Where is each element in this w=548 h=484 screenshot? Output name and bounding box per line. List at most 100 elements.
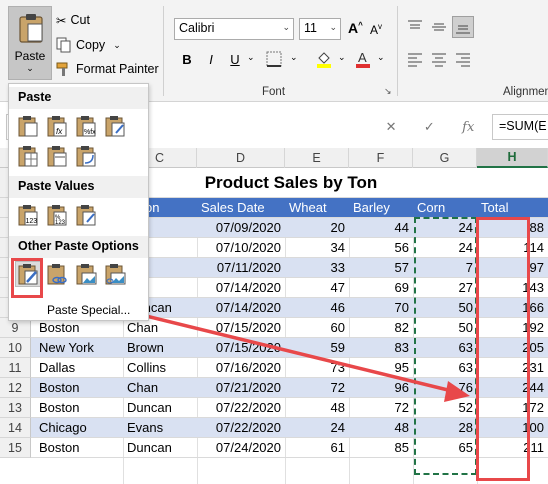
- dialog-launcher-icon[interactable]: ↘: [384, 86, 392, 97]
- transpose-option[interactable]: [73, 143, 99, 169]
- cell-wheat[interactable]: 72: [285, 378, 349, 397]
- keep-column-widths-option[interactable]: [44, 143, 70, 169]
- underline-button[interactable]: U: [224, 48, 246, 70]
- cell-date[interactable]: 07/24/2020: [197, 438, 285, 457]
- align-bottom-button[interactable]: [452, 16, 474, 38]
- chevron-down-icon[interactable]: ⌄: [113, 40, 121, 51]
- cell-city[interactable]: Dallas: [35, 358, 123, 377]
- row-header[interactable]: 13: [0, 398, 31, 418]
- row-header[interactable]: 14: [0, 418, 31, 438]
- paste-special-link[interactable]: Paste Special...: [47, 303, 130, 317]
- cell-barley[interactable]: 57: [349, 258, 413, 277]
- cell-date[interactable]: 07/22/2020: [197, 398, 285, 417]
- cell-wheat[interactable]: 59: [285, 338, 349, 357]
- cell-wheat[interactable]: 60: [285, 318, 349, 337]
- cell-name[interactable]: Duncan: [123, 398, 197, 417]
- align-right-button[interactable]: [452, 48, 474, 70]
- cell-wheat[interactable]: 34: [285, 238, 349, 257]
- align-top-button[interactable]: [404, 16, 426, 38]
- cell-date[interactable]: 07/14/2020: [197, 298, 285, 317]
- paste-values-option[interactable]: 123: [15, 202, 41, 228]
- chevron-down-icon[interactable]: ⌄: [9, 63, 51, 74]
- font-name-select[interactable]: Calibri ⌄: [174, 18, 294, 40]
- row-header[interactable]: 10: [0, 338, 31, 358]
- cell-date[interactable]: 07/15/2020: [197, 318, 285, 337]
- paste-formulas-number-formatting-option[interactable]: %fx: [73, 113, 99, 139]
- paste-link-option[interactable]: [44, 261, 70, 287]
- cell-name[interactable]: Brown: [123, 338, 197, 357]
- header-total[interactable]: Total: [477, 198, 548, 217]
- format-painter-button[interactable]: Format Painter: [56, 59, 159, 79]
- cell-barley[interactable]: 95: [349, 358, 413, 377]
- cell-wheat[interactable]: 48: [285, 398, 349, 417]
- cell-date[interactable]: 07/16/2020: [197, 358, 285, 377]
- insert-function-icon[interactable]: fx: [462, 120, 474, 135]
- row-header[interactable]: 12: [0, 378, 31, 398]
- align-left-button[interactable]: [404, 48, 426, 70]
- cell-city[interactable]: Chicago: [35, 418, 123, 437]
- cell-name[interactable]: Collins: [123, 358, 197, 377]
- cell-wheat[interactable]: 61: [285, 438, 349, 457]
- shrink-font-icon[interactable]: Av: [370, 22, 382, 37]
- enter-icon[interactable]: ✓: [424, 119, 435, 135]
- cell-barley[interactable]: 70: [349, 298, 413, 317]
- row-header[interactable]: 11: [0, 358, 31, 378]
- italic-button[interactable]: I: [200, 48, 222, 70]
- cell-barley[interactable]: 96: [349, 378, 413, 397]
- chevron-down-icon[interactable]: ⌄: [377, 52, 385, 63]
- cancel-icon[interactable]: ✕: [386, 119, 397, 135]
- cell-wheat[interactable]: 33: [285, 258, 349, 277]
- font-color-button[interactable]: A: [352, 48, 374, 70]
- cell-name[interactable]: Evans: [123, 418, 197, 437]
- row-header[interactable]: 15: [0, 438, 31, 458]
- column-header-f[interactable]: F: [349, 148, 413, 168]
- cell-date[interactable]: 07/14/2020: [197, 278, 285, 297]
- cell-barley[interactable]: 48: [349, 418, 413, 437]
- chevron-down-icon[interactable]: ⌄: [247, 52, 255, 63]
- row-header[interactable]: 9: [0, 318, 31, 338]
- cell-name[interactable]: Chan: [123, 378, 197, 397]
- header-sales-date[interactable]: Sales Date: [197, 198, 285, 217]
- chevron-down-icon[interactable]: ⌄: [338, 52, 346, 63]
- grow-font-icon[interactable]: A^: [348, 20, 363, 36]
- align-middle-button[interactable]: [428, 16, 450, 38]
- cell-city[interactable]: Boston: [35, 398, 123, 417]
- cell-wheat[interactable]: 73: [285, 358, 349, 377]
- values-number-formatting-option[interactable]: % 123: [44, 202, 70, 228]
- column-header-d[interactable]: D: [197, 148, 285, 168]
- cell-city[interactable]: Boston: [35, 438, 123, 457]
- formula-input[interactable]: =SUM(E: [492, 114, 548, 140]
- header-wheat[interactable]: Wheat: [285, 198, 349, 217]
- cell-date[interactable]: 07/11/2020: [197, 258, 285, 277]
- picture-option[interactable]: [73, 261, 99, 287]
- cut-button[interactable]: ✂ Cut: [56, 10, 90, 30]
- no-borders-option[interactable]: [15, 143, 41, 169]
- cell-wheat[interactable]: 47: [285, 278, 349, 297]
- borders-button[interactable]: [263, 48, 285, 70]
- paste-button[interactable]: Paste ⌄: [8, 6, 52, 80]
- cell-date[interactable]: 07/21/2020: [197, 378, 285, 397]
- cell-date[interactable]: 07/22/2020: [197, 418, 285, 437]
- paste-option[interactable]: [15, 113, 41, 139]
- cell-barley[interactable]: 82: [349, 318, 413, 337]
- cell-wheat[interactable]: 24: [285, 418, 349, 437]
- cell-city[interactable]: New York: [35, 338, 123, 357]
- keep-source-formatting-option[interactable]: [102, 113, 128, 139]
- cell-barley[interactable]: 72: [349, 398, 413, 417]
- cell-barley[interactable]: 85: [349, 438, 413, 457]
- paste-formulas-option[interactable]: fx: [44, 113, 70, 139]
- column-header-e[interactable]: E: [285, 148, 349, 168]
- cell-city[interactable]: Boston: [35, 378, 123, 397]
- cell-barley[interactable]: 56: [349, 238, 413, 257]
- cell-wheat[interactable]: 20: [285, 218, 349, 237]
- column-header-g[interactable]: G: [413, 148, 477, 168]
- fill-color-button[interactable]: [313, 48, 335, 70]
- header-corn[interactable]: Corn: [413, 198, 477, 217]
- chevron-down-icon[interactable]: ⌄: [290, 52, 298, 63]
- cell-wheat[interactable]: 46: [285, 298, 349, 317]
- cell-barley[interactable]: 69: [349, 278, 413, 297]
- cell-date[interactable]: 07/10/2020: [197, 238, 285, 257]
- column-header-h[interactable]: H: [477, 148, 548, 168]
- cell-date[interactable]: 07/15/2020: [197, 338, 285, 357]
- bold-button[interactable]: B: [176, 48, 198, 70]
